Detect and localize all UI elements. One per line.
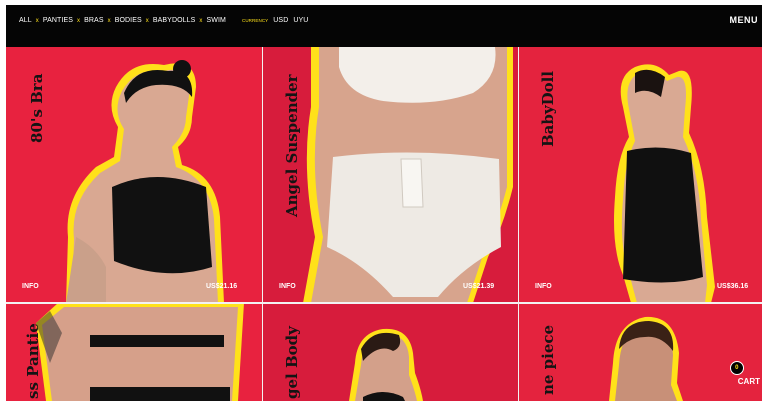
grid-divider [262,47,263,401]
currency-usd[interactable]: USD [273,17,288,24]
page-frame: ALL x PANTIES x BRAS x BODIES x BABYDOLL… [6,5,762,401]
currency-uyu[interactable]: UYU [293,17,308,24]
grid-divider [6,302,762,304]
top-bar: ALL x PANTIES x BRAS x BODIES x BABYDOLL… [6,5,762,47]
category-nav: ALL x PANTIES x BRAS x BODIES x BABYDOLL… [19,17,308,24]
grid-divider [518,47,519,401]
product-card-pantie[interactable]: ss Pantie [6,303,263,401]
nav-separator: x [35,17,39,24]
nav-separator: x [107,17,111,24]
product-card-body[interactable]: gel Body [263,303,519,401]
nav-item-all[interactable]: ALL [19,17,32,24]
product-title: gel Body [283,326,301,399]
product-title: BabyDoll [539,70,557,147]
info-button[interactable]: INFO [535,283,552,290]
nav-item-bras[interactable]: BRAS [84,17,103,24]
nav-item-babydolls[interactable]: BABYDOLLS [153,17,196,24]
product-title: 80's Bra [28,73,46,143]
cart-count-badge: 0 [729,361,744,375]
model-photo [349,328,423,401]
nav-item-bodies[interactable]: BODIES [115,17,142,24]
product-card-angel-suspender[interactable]: Angel Suspender INFO US$21.39 [263,47,519,303]
nav-item-swim[interactable]: SWIM [207,17,226,24]
product-title: ss Pantie [24,323,42,399]
cart-button[interactable]: 0 CART [729,361,760,386]
nav-item-panties[interactable]: PANTIES [43,17,73,24]
info-button[interactable]: INFO [22,283,39,290]
nav-separator: x [77,17,81,24]
model-photo [303,47,513,303]
currency-label: CURRENCY [241,18,269,23]
menu-button[interactable]: MENU [730,15,759,25]
nav-separator: x [199,17,203,24]
product-card-babydoll[interactable]: BabyDoll INFO US$36.16 [519,47,762,303]
product-price: US$21.39 [463,283,495,290]
product-card-80s-bra[interactable]: 80's Bra INFO US$21.16 [6,47,263,303]
cart-label: CART [737,377,760,386]
product-title: Angel Suspender [283,74,301,217]
product-card-one-piece[interactable]: ne piece [519,303,762,401]
product-price: US$36.16 [717,283,749,290]
info-button[interactable]: INFO [279,283,296,290]
product-price: US$21.16 [206,283,238,290]
product-title: ne piece [539,324,557,395]
nav-separator: x [145,17,149,24]
model-photo [36,303,244,401]
